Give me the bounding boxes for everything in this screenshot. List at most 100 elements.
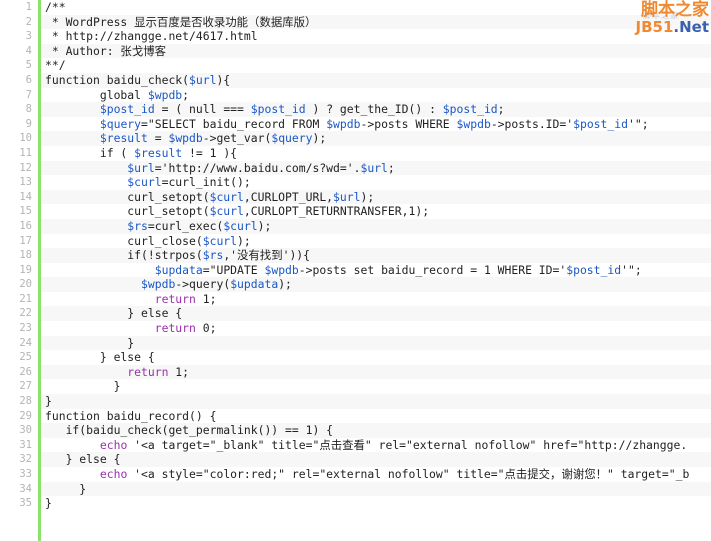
line-number: 32 [19, 453, 32, 466]
code-line[interactable]: } [41, 394, 711, 409]
code-line[interactable]: curl_setopt($curl,CURLOPT_URL,$url); [41, 189, 711, 205]
code-line[interactable]: function baidu_check($url){ [41, 72, 711, 88]
code-line[interactable]: global $wpdb; [41, 88, 711, 103]
line-number: 35 [19, 497, 32, 510]
line-number: 17 [19, 234, 32, 247]
code-token-plain: != 1 ){ [182, 145, 238, 160]
code-line[interactable]: $result = $wpdb->get_var($query); [41, 131, 711, 146]
code-line[interactable]: function baidu_record() { [41, 409, 711, 424]
code-token-var: $result [134, 145, 183, 160]
code-line[interactable]: } else { [41, 452, 711, 467]
code-token-ret: return [154, 291, 196, 306]
code-line[interactable]: $url='http://www.baidu.com/s?wd='.$url; [41, 160, 711, 176]
code-token-plain: '"; [627, 116, 649, 131]
code-token-comment: * Author: 张戈博客 [45, 43, 166, 58]
code-line[interactable]: } else { [41, 350, 711, 365]
code-line[interactable]: $post_id = ( null === $post_id ) ? get_t… [41, 102, 711, 117]
code-line[interactable]: } [41, 496, 711, 511]
code-token-plain: } else { [45, 452, 121, 467]
code-line[interactable]: curl_close($curl); [41, 234, 711, 249]
code-token-comment: /** [45, 0, 66, 14]
code-line[interactable]: $updata="UPDATE $wpdb->posts set baidu_r… [41, 263, 711, 278]
code-line[interactable]: } [41, 335, 711, 351]
line-number: 15 [19, 205, 32, 218]
line-number: 16 [19, 219, 32, 232]
code-line[interactable]: } else { [41, 306, 711, 322]
line-number: 2 [25, 15, 32, 28]
code-token-plain: } [45, 394, 52, 409]
code-token-plain: '<a style="color:red;" rel="external nof… [127, 467, 690, 481]
code-line[interactable]: return 0; [41, 321, 711, 336]
code-token-plain: ="SELECT baidu_record FROM [141, 116, 327, 131]
code-line[interactable]: if(!strpos($rs,'没有找到')){ [41, 248, 711, 263]
code-line[interactable]: /** [41, 0, 711, 15]
code-token-plain: 0; [195, 321, 217, 336]
code-token-plain: curl_setopt( [45, 189, 210, 204]
code-token-ret: return [127, 364, 169, 379]
code-token-plain: ->query( [175, 277, 231, 292]
code-token-plain: ); [312, 131, 327, 146]
line-number: 13 [19, 176, 32, 189]
code-line[interactable]: curl_setopt($curl,CURLOPT_RETURNTRANSFER… [41, 204, 711, 219]
code-line[interactable]: $query="SELECT baidu_record FROM $wpdb->… [41, 117, 711, 132]
line-number: 24 [19, 336, 32, 349]
code-line[interactable]: * WordPress 显示百度是否收录功能（数据库版） [41, 14, 711, 30]
code-line[interactable]: **/ [41, 58, 711, 73]
code-token-plain: ->posts set baidu_record = 1 WHERE ID=' [298, 262, 567, 277]
code-token-plain: = [147, 131, 169, 146]
code-content-area[interactable]: /** * WordPress 显示百度是否收录功能（数据库版） * http:… [41, 0, 711, 541]
line-number: 5 [25, 59, 32, 72]
code-line[interactable]: } [41, 481, 711, 497]
code-token-plain: ); [237, 233, 251, 248]
code-token-var: $wpdb [456, 116, 491, 131]
code-line[interactable]: $curl=curl_init(); [41, 175, 711, 190]
code-token-plain: function baidu_check( [45, 72, 190, 87]
code-token-var: $post_id [250, 102, 306, 117]
code-token-var: $curl [209, 189, 244, 204]
code-token-plain: if(!strpos( [45, 248, 203, 263]
line-number: 34 [19, 482, 32, 495]
code-line[interactable]: $wpdb->query($updata); [41, 277, 711, 292]
line-number: 11 [19, 146, 32, 159]
code-token-var: $post_id [442, 102, 498, 117]
line-number: 4 [25, 44, 32, 57]
code-line[interactable]: if(baidu_check(get_permalink()) == 1) { [41, 423, 711, 438]
code-token-plain: '"; [621, 262, 642, 277]
code-line[interactable]: } [41, 379, 711, 394]
code-token-var: $updata [154, 262, 203, 277]
code-line[interactable]: echo '<a target="_blank" title="点击查看" re… [41, 438, 711, 453]
code-line[interactable]: return 1; [41, 292, 711, 307]
code-token-var: $curl [202, 233, 238, 248]
line-number: 9 [25, 117, 32, 130]
line-number: 14 [19, 190, 32, 203]
code-token-plain: ; [387, 160, 395, 175]
code-token-plain: =curl_init(); [161, 175, 251, 190]
code-token-var: $updata [230, 277, 279, 292]
line-number: 10 [19, 132, 32, 145]
code-line[interactable]: return 1; [41, 364, 711, 380]
code-token-var: $wpdb [264, 262, 299, 277]
code-token-plain: ->posts.ID=' [490, 116, 574, 131]
code-line[interactable]: if ( $result != 1 ){ [41, 146, 711, 161]
code-token-plain: } else { [45, 306, 183, 321]
code-line[interactable]: $rs=curl_exec($curl); [41, 218, 711, 234]
code-line[interactable]: * Author: 张戈博客 [41, 43, 711, 59]
code-line[interactable]: * http://zhangge.net/4617.html [41, 29, 711, 44]
code-token-var: $url [127, 160, 155, 175]
code-token-var: $curl [223, 218, 258, 233]
code-line[interactable]: echo '<a style="color:red;" rel="externa… [41, 467, 711, 482]
code-token-var: $url [360, 160, 388, 175]
line-number: 7 [25, 88, 32, 101]
line-number: 28 [19, 395, 32, 408]
code-token-plain: ; [182, 87, 190, 102]
code-token-var: $rs [202, 248, 224, 263]
line-number: 33 [19, 468, 32, 480]
code-token-plain: ,'没有找到')){ [223, 248, 311, 263]
line-number: 22 [19, 307, 32, 320]
